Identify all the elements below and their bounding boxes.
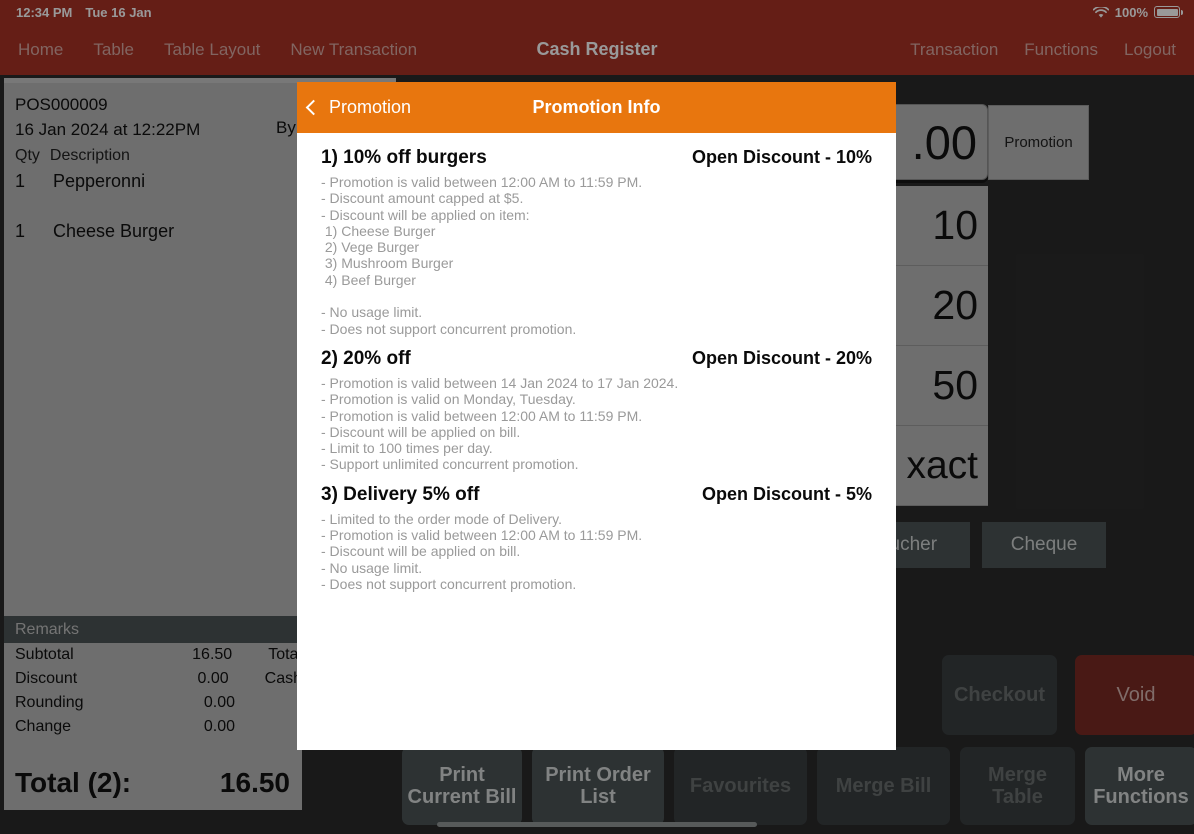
promotion-list: 1) 10% off burgers Open Discount - 10% - P… bbox=[297, 133, 896, 592]
promotion-discount-type: Open Discount - 10% bbox=[691, 147, 872, 167]
home-indicator[interactable] bbox=[437, 822, 757, 827]
promotion-name: 2) 20% off bbox=[321, 347, 411, 369]
promotion-block[interactable]: 3) Delivery 5% off Open Discount - 5% - Li… bbox=[321, 484, 872, 592]
promotion-detail-line bbox=[321, 288, 872, 304]
promotion-detail-line: 4) Beef Burger bbox=[321, 271, 416, 288]
promotion-block[interactable]: 2) 20% off Open Discount - 20% - Promotion… bbox=[321, 348, 872, 473]
promotion-detail-line: - Discount will be applied on bill. bbox=[321, 423, 521, 440]
promotion-detail-line: 1) Cheese Burger bbox=[321, 222, 436, 239]
promotion-detail-line: 2) Vege Burger bbox=[321, 239, 420, 256]
promotion-detail-line: - Promotion is valid on Monday, Tuesday. bbox=[321, 391, 576, 408]
promotion-detail-lines: - Promotion is valid between 14 Jan 2024… bbox=[321, 375, 872, 473]
promotion-header: 3) Delivery 5% off Open Discount - 5% bbox=[321, 484, 872, 506]
promotion-detail-line: - Promotion is valid between 12:00 AM to… bbox=[321, 174, 643, 190]
modal-header: Promotion Info Promotion bbox=[297, 82, 896, 133]
promotion-detail-line: - Promotion is valid between 12:00 AM to… bbox=[321, 407, 643, 424]
chevron-left-icon bbox=[305, 99, 322, 116]
promotion-detail-line: - Does not support concurrent promotion. bbox=[321, 575, 577, 592]
promotion-name: 1) 10% off burgers bbox=[321, 147, 487, 168]
promotion-detail-lines: - Limited to the order mode of Delivery.… bbox=[321, 511, 872, 592]
promotion-detail-line: - Promotion is valid between 14 Jan 2024… bbox=[321, 374, 679, 391]
promotion-info-modal: Promotion Info Promotion 1) 10% off burg… bbox=[297, 82, 896, 750]
promotion-header: 2) 20% off Open Discount - 20% bbox=[321, 348, 872, 370]
promotion-detail-line: - No usage limit. bbox=[321, 559, 423, 576]
promotion-detail-lines: - Promotion is valid between 12:00 AM to… bbox=[321, 174, 872, 337]
promotion-name: 3) Delivery 5% off bbox=[321, 483, 480, 505]
modal-back-label: Promotion bbox=[329, 97, 412, 117]
promotion-block[interactable]: 1) 10% off burgers Open Discount - 10% - P… bbox=[321, 147, 872, 337]
promotion-detail-line: - Does not support concurrent promotion. bbox=[321, 320, 577, 337]
promotion-detail-line: - Limited to the order mode of Delivery. bbox=[321, 510, 562, 527]
promotion-detail-line: - Discount will be applied on bill. bbox=[321, 543, 521, 560]
promotion-detail-line: - Promotion is valid between 12:00 AM to… bbox=[321, 527, 643, 544]
promotion-discount-type: Open Discount - 20% bbox=[691, 347, 872, 368]
promotion-detail-line: - Discount amount capped at $5. bbox=[321, 190, 524, 207]
cash-register-screen: 12:34 PM Tue 16 Jan 100% Cash Register H… bbox=[0, 0, 1194, 834]
promotion-detail-line: - No usage limit. bbox=[321, 304, 423, 321]
promotion-detail-line: 3) Mushroom Burger bbox=[321, 255, 454, 272]
promotion-detail-line: - Support unlimited concurrent promotion… bbox=[321, 456, 579, 473]
promotion-discount-type: Open Discount - 5% bbox=[701, 483, 872, 504]
modal-back-button[interactable]: Promotion bbox=[305, 82, 412, 133]
promotion-header: 1) 10% off burgers Open Discount - 10% bbox=[321, 147, 872, 169]
promotion-detail-line: - Limit to 100 times per day. bbox=[321, 440, 493, 457]
promotion-detail-line: - Discount will be applied on item: bbox=[321, 206, 530, 223]
